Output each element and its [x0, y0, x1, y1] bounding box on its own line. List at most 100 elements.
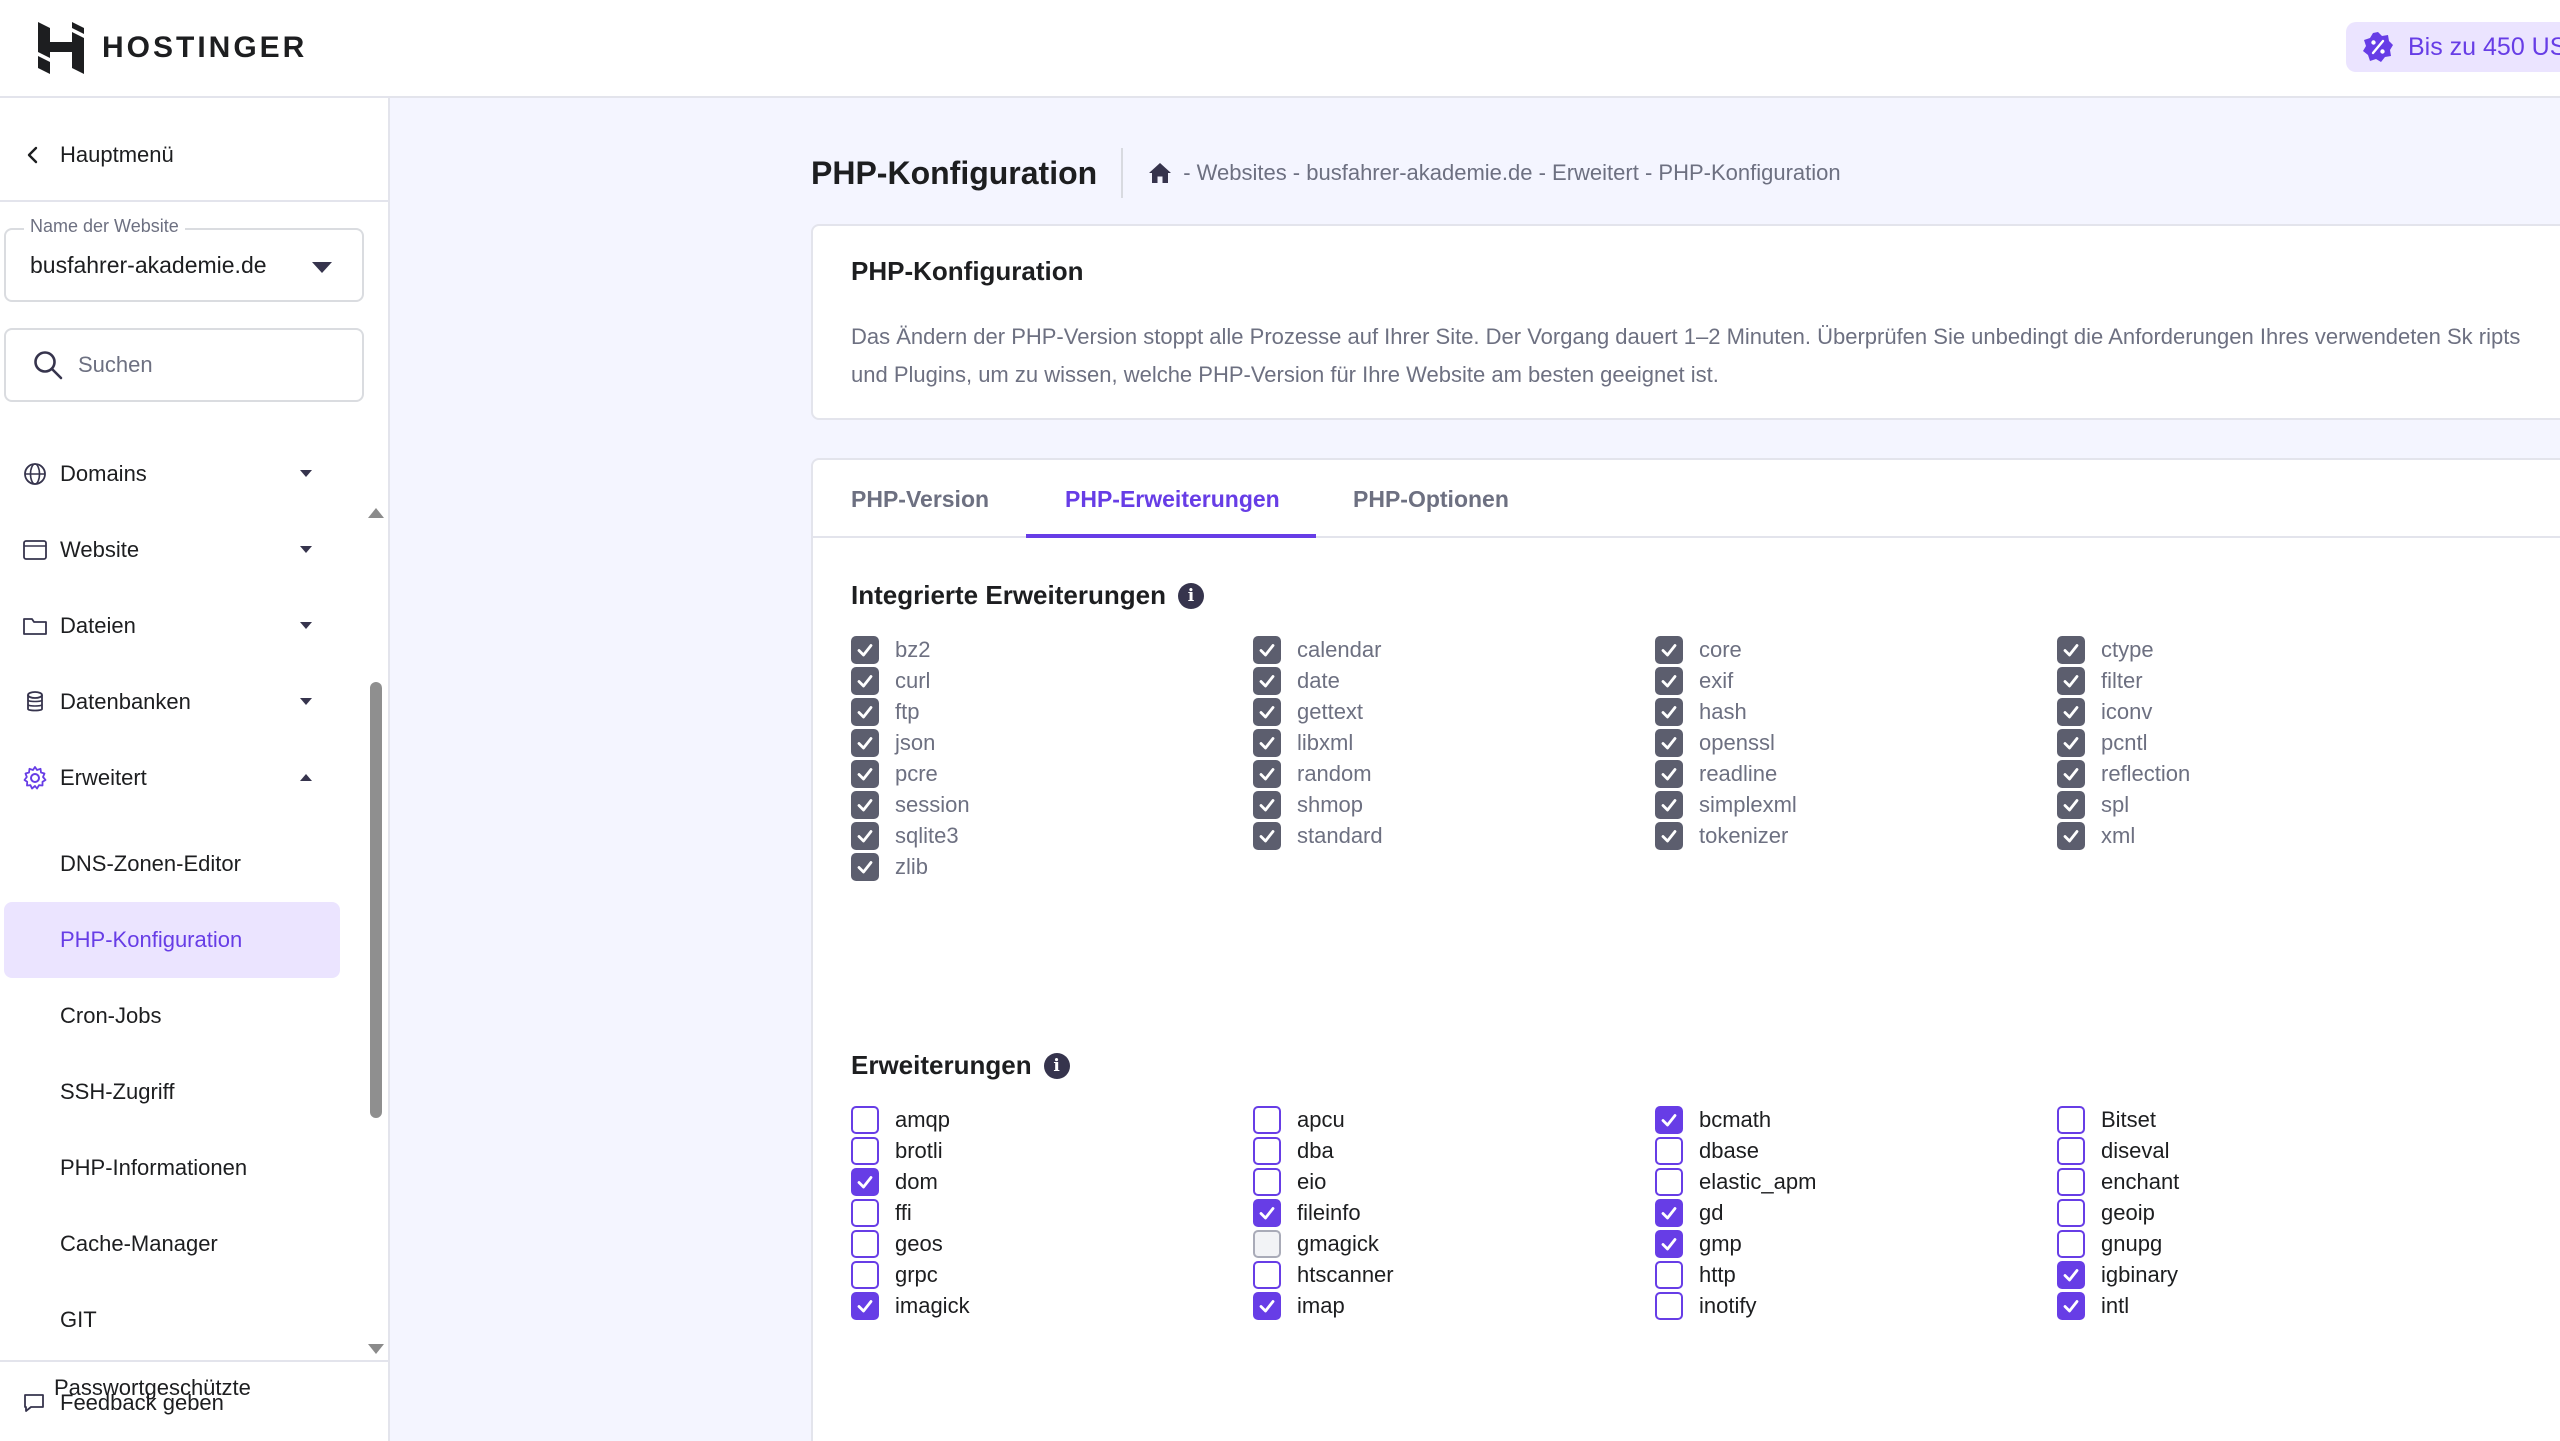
checkbox-checked-icon[interactable]	[851, 1292, 879, 1320]
extension-checkbox-diseval[interactable]: diseval	[2057, 1136, 2169, 1166]
extension-checkbox-http[interactable]: http	[1655, 1260, 1736, 1290]
sidebar-item-advanced[interactable]: Erweitert	[0, 748, 360, 808]
extension-checkbox-dom[interactable]: dom	[851, 1167, 938, 1197]
extension-checkbox-igbinary[interactable]: igbinary	[2057, 1260, 2178, 1290]
website-select[interactable]: Name der Website busfahrer-akademie.de	[4, 216, 364, 302]
hostinger-logo[interactable]: HOSTINGER	[38, 20, 307, 76]
sidebar-item-website[interactable]: Website	[0, 520, 360, 580]
sidebar-item-domains[interactable]: Domains	[0, 444, 360, 504]
extension-checkbox-apcu[interactable]: apcu	[1253, 1105, 1345, 1135]
sidebar-subitem-cron-jobs[interactable]: Cron-Jobs	[4, 978, 340, 1054]
sidebar-subitem-cache-manager[interactable]: Cache-Manager	[4, 1206, 340, 1282]
extension-checkbox-ffi[interactable]: ffi	[851, 1198, 912, 1228]
extension-checkbox-grpc[interactable]: grpc	[851, 1260, 938, 1290]
checkbox-unchecked-icon[interactable]	[1253, 1137, 1281, 1165]
extension-checkbox-elastic-apm[interactable]: elastic_apm	[1655, 1167, 1816, 1197]
feedback-button[interactable]: Feedback geben	[22, 1390, 224, 1416]
extension-checkbox-gnupg[interactable]: gnupg	[2057, 1229, 2162, 1259]
sidebar-subitem-ssh-access[interactable]: SSH-Zugriff	[4, 1054, 340, 1130]
checkbox-unchecked-icon[interactable]	[2057, 1106, 2085, 1134]
sidebar-subitem-php-info[interactable]: PHP-Informationen	[4, 1130, 340, 1206]
extension-checkbox-geos[interactable]: geos	[851, 1229, 943, 1259]
checkbox-unchecked-icon[interactable]	[2057, 1168, 2085, 1196]
extension-checkbox-amqp[interactable]: amqp	[851, 1105, 950, 1135]
extension-label: gettext	[1297, 699, 1364, 724]
checkbox-unchecked-icon[interactable]	[851, 1261, 879, 1289]
extension-checkbox-inotify[interactable]: inotify	[1655, 1291, 1756, 1321]
extension-label: dbase	[1699, 1138, 1759, 1163]
extension-checkbox-eio[interactable]: eio	[1253, 1167, 1326, 1197]
sidebar-item-label: Domains	[60, 461, 147, 486]
extension-checkbox-gettext: gettext	[1253, 697, 1363, 727]
info-icon[interactable]: i	[1043, 1052, 1070, 1079]
checkbox-checked-icon[interactable]	[1655, 1106, 1683, 1134]
promo-badge[interactable]: Bis zu 450 US	[2346, 22, 2560, 72]
checkbox-unchecked-icon[interactable]	[1655, 1292, 1683, 1320]
sidebar-search[interactable]	[4, 328, 364, 402]
home-icon[interactable]	[1147, 160, 1173, 186]
extension-checkbox-imap[interactable]: imap	[1253, 1291, 1345, 1321]
checkbox-unchecked-icon[interactable]	[851, 1230, 879, 1258]
extension-checkbox-gd[interactable]: gd	[1655, 1198, 1723, 1228]
checkbox-unchecked-icon[interactable]	[2057, 1230, 2085, 1258]
search-input[interactable]	[78, 352, 338, 378]
sidebar-item-databases[interactable]: Datenbanken	[0, 672, 360, 732]
checkbox-unchecked-icon[interactable]	[1253, 1261, 1281, 1289]
extension-checkbox-fileinfo[interactable]: fileinfo	[1253, 1198, 1361, 1228]
search-icon	[34, 351, 63, 380]
checkbox-checked-icon[interactable]	[1655, 1199, 1683, 1227]
scrollbar-thumb[interactable]	[370, 682, 382, 1118]
extension-checkbox-htscanner[interactable]: htscanner	[1253, 1260, 1394, 1290]
extension-checkbox-imagick[interactable]: imagick	[851, 1291, 970, 1321]
checkbox-unchecked-icon[interactable]	[1655, 1168, 1683, 1196]
checkbox-checked-icon	[1655, 636, 1683, 664]
extension-checkbox-json: json	[851, 728, 935, 758]
checkbox-checked-icon[interactable]	[851, 1168, 879, 1196]
extension-checkbox-dba[interactable]: dba	[1253, 1136, 1334, 1166]
sidebar-item-label: Dateien	[60, 613, 136, 638]
extension-checkbox-intl[interactable]: intl	[2057, 1291, 2129, 1321]
extension-checkbox-dbase[interactable]: dbase	[1655, 1136, 1759, 1166]
checkbox-unchecked-icon[interactable]	[1655, 1261, 1683, 1289]
tab-php-extensions[interactable]: PHP-Erweiterungen	[1065, 460, 1280, 538]
checkbox-checked-icon[interactable]	[2057, 1261, 2085, 1289]
extension-checkbox-bcmath[interactable]: bcmath	[1655, 1105, 1771, 1135]
checkbox-checked-icon[interactable]	[1655, 1230, 1683, 1258]
back-to-main-menu[interactable]: Hauptmenü	[22, 142, 174, 168]
checkbox-unchecked-icon[interactable]	[2057, 1199, 2085, 1227]
checkbox-unchecked-icon[interactable]	[851, 1199, 879, 1227]
extension-checkbox-gmp[interactable]: gmp	[1655, 1229, 1742, 1259]
extension-checkbox-geoip[interactable]: geoip	[2057, 1198, 2155, 1228]
extension-checkbox-bitset[interactable]: Bitset	[2057, 1105, 2156, 1135]
checkbox-checked-icon[interactable]	[1253, 1199, 1281, 1227]
extension-label: random	[1297, 761, 1372, 786]
info-card-title: PHP-Konfiguration	[851, 256, 1084, 286]
extension-label: imap	[1297, 1293, 1345, 1318]
checkbox-checked-icon[interactable]	[1253, 1292, 1281, 1320]
checkbox-unchecked-icon[interactable]	[851, 1137, 879, 1165]
sidebar-item-files[interactable]: Dateien	[0, 596, 360, 656]
info-icon[interactable]: i	[1177, 582, 1204, 609]
checkbox-unchecked-icon[interactable]	[1655, 1137, 1683, 1165]
sidebar-subitem-dns-zone-editor[interactable]: DNS-Zonen-Editor	[4, 826, 340, 902]
checkbox-unchecked-icon[interactable]	[851, 1106, 879, 1134]
sidebar-subitem-git[interactable]: GIT	[4, 1282, 340, 1358]
extension-checkbox-enchant[interactable]: enchant	[2057, 1167, 2179, 1197]
extension-checkbox-simplexml: simplexml	[1655, 790, 1797, 820]
checkbox-checked-icon	[1655, 822, 1683, 850]
tab-php-version[interactable]: PHP-Version	[851, 460, 989, 538]
breadcrumb-path[interactable]: - Websites - busfahrer-akademie.de - Erw…	[1183, 160, 1840, 186]
extension-label: readline	[1699, 761, 1778, 786]
extension-checkbox-pcre: pcre	[851, 759, 938, 789]
checkbox-checked-icon[interactable]	[2057, 1292, 2085, 1320]
extension-checkbox-brotli[interactable]: brotli	[851, 1136, 943, 1166]
sidebar-nav: Domains Website Dateien Datenbanken Erwe…	[0, 418, 360, 1440]
checkbox-unchecked-icon[interactable]	[2057, 1137, 2085, 1165]
sidebar-subitem-php-configuration[interactable]: PHP-Konfiguration	[4, 902, 340, 978]
tab-php-options[interactable]: PHP-Optionen	[1353, 460, 1509, 538]
checkbox-unchecked-icon[interactable]	[1253, 1168, 1281, 1196]
scrollbar-up-arrow[interactable]	[368, 508, 384, 518]
scrollbar-down-arrow[interactable]	[368, 1344, 384, 1354]
checkbox-unchecked-icon[interactable]	[1253, 1106, 1281, 1134]
page-header: PHP-Konfiguration - Websites - busfahrer…	[811, 148, 1841, 198]
